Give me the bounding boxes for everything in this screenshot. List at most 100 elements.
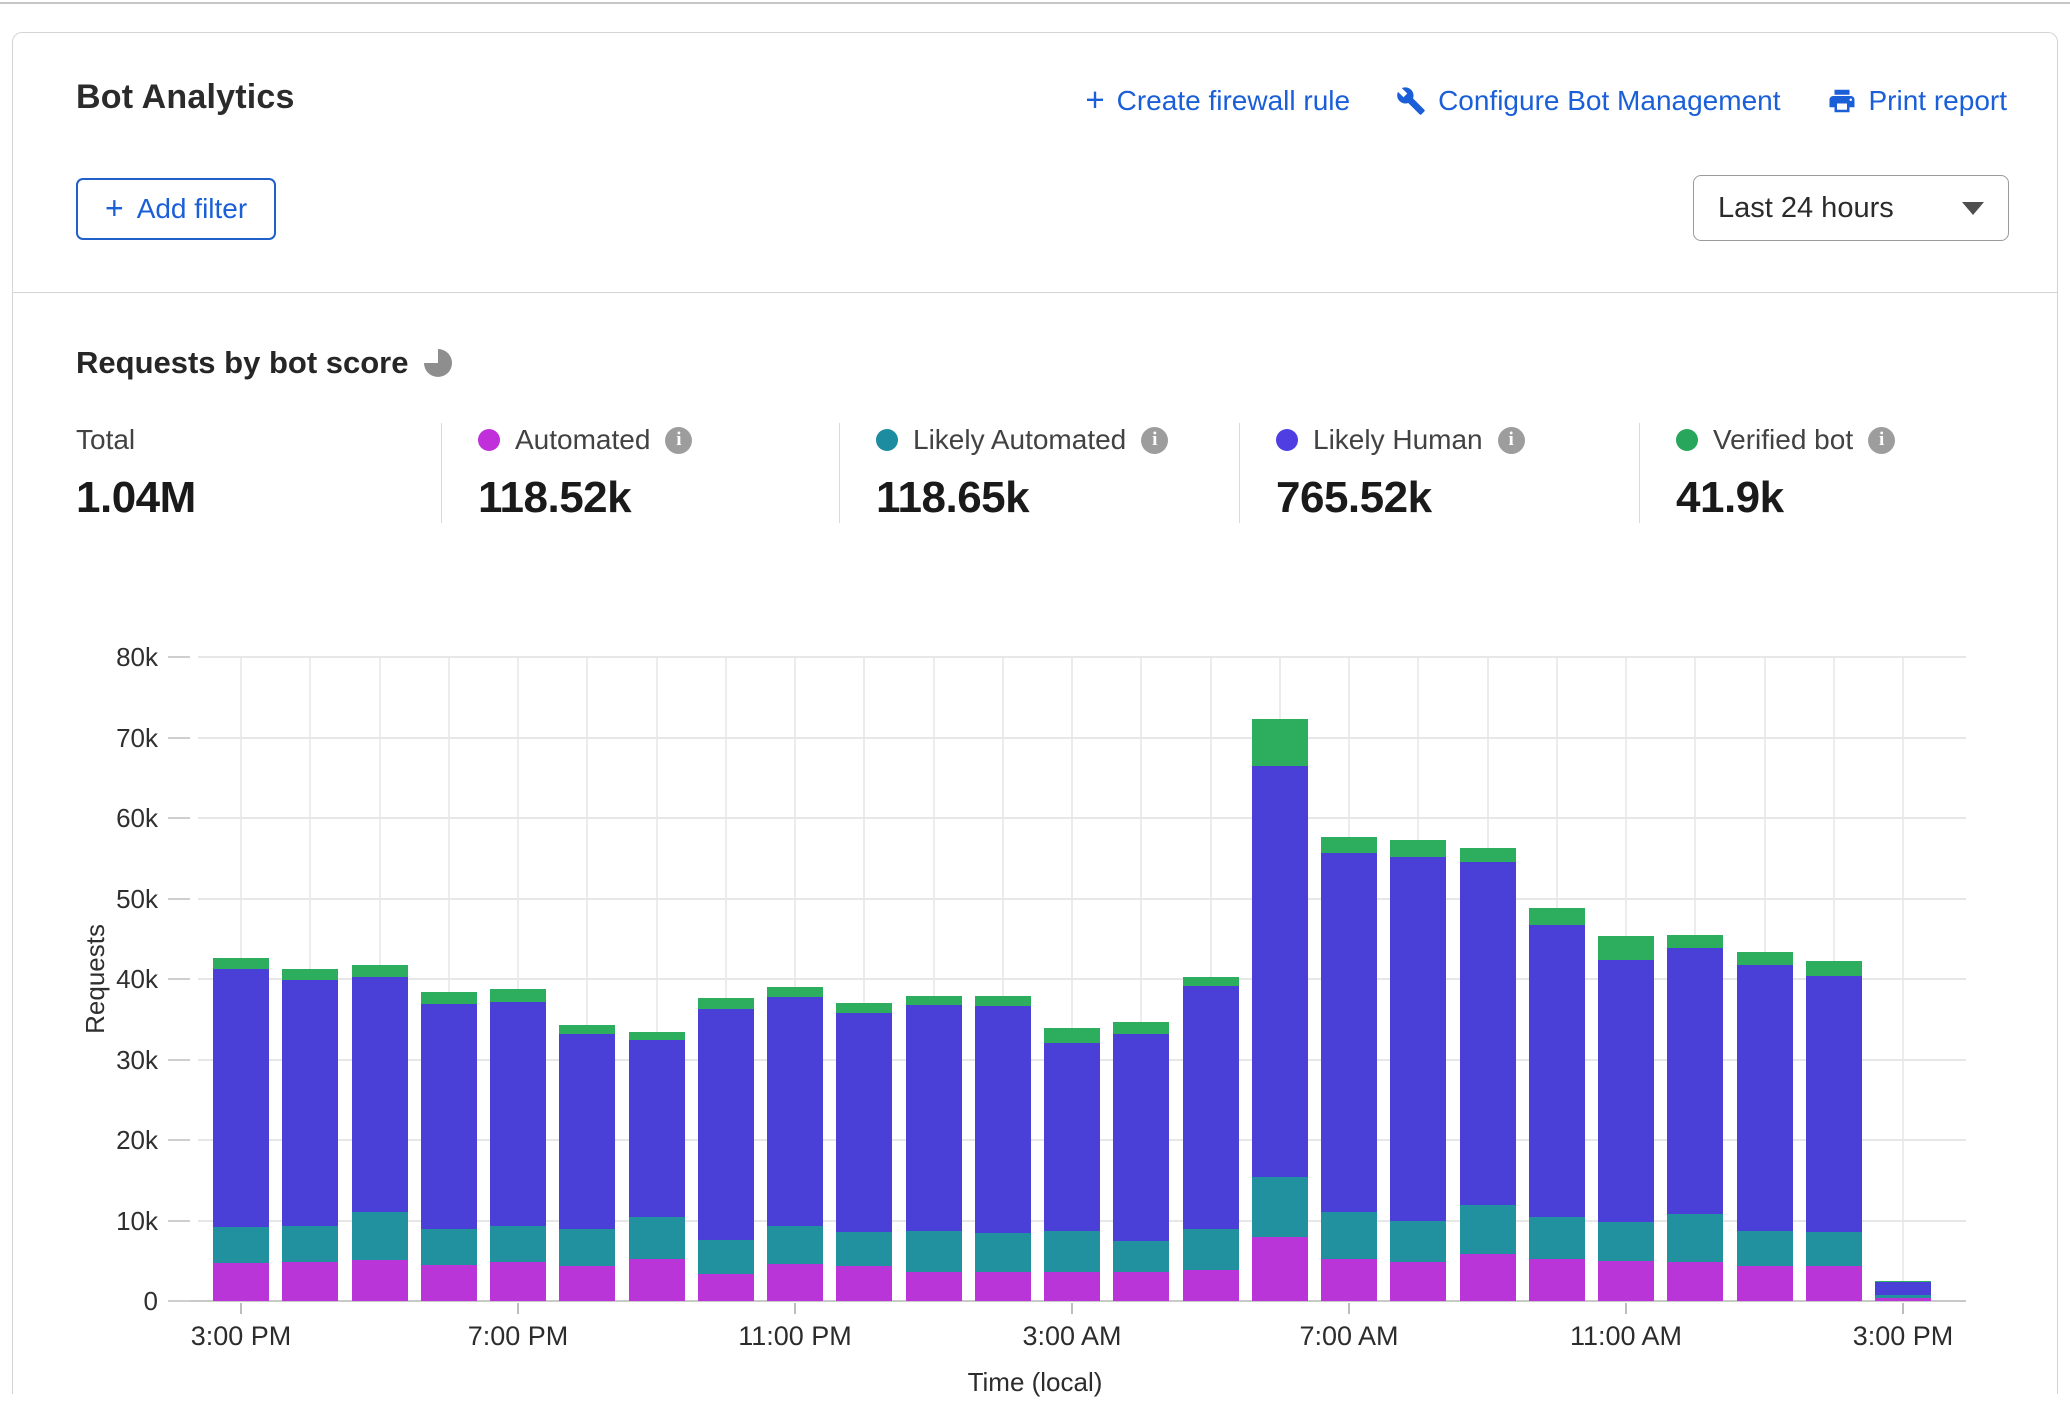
bar-segment-likely-human[interactable] bbox=[767, 997, 823, 1226]
bar-segment-automated[interactable] bbox=[1667, 1262, 1723, 1301]
bar-segment-likely-automated[interactable] bbox=[1875, 1295, 1931, 1297]
bar-segment-likely-human[interactable] bbox=[906, 1005, 962, 1231]
bar-segment-automated[interactable] bbox=[1598, 1261, 1654, 1301]
bar-segment-likely-automated[interactable] bbox=[836, 1232, 892, 1267]
bar-segment-automated[interactable] bbox=[975, 1272, 1031, 1301]
bar-segment-automated[interactable] bbox=[1113, 1272, 1169, 1301]
bar-segment-verified-bot[interactable] bbox=[559, 1025, 615, 1034]
bar-segment-automated[interactable] bbox=[559, 1266, 615, 1301]
bar-segment-automated[interactable] bbox=[1806, 1266, 1862, 1301]
bar-segment-likely-human[interactable] bbox=[1183, 986, 1239, 1229]
bar-segment-likely-human[interactable] bbox=[1529, 925, 1585, 1217]
bar-segment-likely-human[interactable] bbox=[1390, 857, 1446, 1221]
bar-segment-automated[interactable] bbox=[1460, 1254, 1516, 1301]
bar-segment-likely-human[interactable] bbox=[975, 1006, 1031, 1233]
bar-segment-automated[interactable] bbox=[352, 1260, 408, 1301]
bar-segment-likely-human[interactable] bbox=[559, 1034, 615, 1229]
bar-segment-likely-human[interactable] bbox=[698, 1009, 754, 1240]
bar-segment-verified-bot[interactable] bbox=[906, 996, 962, 1005]
bar-segment-verified-bot[interactable] bbox=[282, 969, 338, 979]
bar-segment-likely-automated[interactable] bbox=[1806, 1232, 1862, 1266]
bar-segment-likely-automated[interactable] bbox=[282, 1226, 338, 1262]
create-firewall-rule-link[interactable]: + Create firewall rule bbox=[1085, 85, 1350, 117]
bar-segment-likely-human[interactable] bbox=[1667, 948, 1723, 1214]
print-report-link[interactable]: Print report bbox=[1827, 85, 2008, 117]
bar-segment-verified-bot[interactable] bbox=[213, 958, 269, 968]
bar-segment-likely-human[interactable] bbox=[213, 969, 269, 1227]
bar-segment-likely-automated[interactable] bbox=[1321, 1212, 1377, 1259]
bar-segment-likely-human[interactable] bbox=[1252, 766, 1308, 1177]
bar-segment-likely-human[interactable] bbox=[490, 1002, 546, 1227]
bar-segment-automated[interactable] bbox=[1044, 1272, 1100, 1301]
bar-segment-likely-automated[interactable] bbox=[906, 1231, 962, 1272]
info-icon[interactable]: i bbox=[1868, 427, 1895, 454]
bar-segment-verified-bot[interactable] bbox=[1321, 837, 1377, 853]
info-icon[interactable]: i bbox=[1498, 427, 1525, 454]
bar-segment-likely-human[interactable] bbox=[1321, 853, 1377, 1213]
bar-segment-likely-automated[interactable] bbox=[629, 1217, 685, 1259]
bar-segment-verified-bot[interactable] bbox=[767, 987, 823, 997]
bar-segment-verified-bot[interactable] bbox=[1737, 952, 1793, 966]
bar-segment-verified-bot[interactable] bbox=[1113, 1022, 1169, 1034]
bar-segment-verified-bot[interactable] bbox=[1875, 1281, 1931, 1282]
bar-segment-automated[interactable] bbox=[1875, 1298, 1931, 1301]
bar-segment-likely-human[interactable] bbox=[421, 1004, 477, 1229]
bar-segment-likely-human[interactable] bbox=[1806, 976, 1862, 1232]
bar-segment-likely-automated[interactable] bbox=[1113, 1241, 1169, 1272]
bar-segment-verified-bot[interactable] bbox=[836, 1003, 892, 1013]
bar-segment-likely-automated[interactable] bbox=[559, 1229, 615, 1266]
bar-segment-verified-bot[interactable] bbox=[352, 965, 408, 977]
bar-segment-likely-automated[interactable] bbox=[975, 1233, 1031, 1272]
bar-segment-likely-automated[interactable] bbox=[1737, 1231, 1793, 1266]
bar-segment-likely-automated[interactable] bbox=[1529, 1217, 1585, 1259]
bar-segment-likely-automated[interactable] bbox=[767, 1226, 823, 1264]
bar-segment-automated[interactable] bbox=[698, 1274, 754, 1301]
bar-segment-verified-bot[interactable] bbox=[1390, 840, 1446, 857]
bar-segment-likely-automated[interactable] bbox=[1044, 1231, 1100, 1272]
configure-bot-management-link[interactable]: Configure Bot Management bbox=[1396, 85, 1780, 117]
bar-segment-likely-human[interactable] bbox=[1598, 960, 1654, 1222]
bar-segment-automated[interactable] bbox=[1321, 1259, 1377, 1301]
bar-segment-likely-automated[interactable] bbox=[213, 1227, 269, 1263]
bar-segment-verified-bot[interactable] bbox=[1252, 719, 1308, 766]
bar-segment-likely-human[interactable] bbox=[1113, 1034, 1169, 1242]
bar-segment-likely-human[interactable] bbox=[352, 977, 408, 1212]
bar-segment-automated[interactable] bbox=[1737, 1266, 1793, 1301]
bar-segment-likely-automated[interactable] bbox=[490, 1226, 546, 1262]
bar-segment-automated[interactable] bbox=[282, 1262, 338, 1301]
bar-segment-likely-automated[interactable] bbox=[1183, 1229, 1239, 1269]
bar-segment-verified-bot[interactable] bbox=[1183, 977, 1239, 987]
bar-segment-automated[interactable] bbox=[1390, 1262, 1446, 1301]
bar-segment-verified-bot[interactable] bbox=[698, 998, 754, 1008]
bar-segment-automated[interactable] bbox=[1183, 1270, 1239, 1301]
bar-segment-likely-automated[interactable] bbox=[698, 1240, 754, 1275]
bar-segment-likely-automated[interactable] bbox=[352, 1212, 408, 1259]
bar-segment-likely-automated[interactable] bbox=[421, 1229, 477, 1265]
bar-segment-likely-human[interactable] bbox=[629, 1040, 685, 1217]
bar-segment-verified-bot[interactable] bbox=[1460, 848, 1516, 862]
bar-segment-verified-bot[interactable] bbox=[1806, 961, 1862, 976]
bar-segment-automated[interactable] bbox=[906, 1272, 962, 1301]
bar-segment-likely-human[interactable] bbox=[1460, 862, 1516, 1205]
bar-segment-likely-automated[interactable] bbox=[1598, 1222, 1654, 1261]
bar-segment-likely-automated[interactable] bbox=[1460, 1205, 1516, 1253]
bar-segment-likely-human[interactable] bbox=[282, 980, 338, 1226]
bar-segment-automated[interactable] bbox=[1252, 1237, 1308, 1301]
bar-segment-automated[interactable] bbox=[1529, 1259, 1585, 1301]
bar-segment-verified-bot[interactable] bbox=[975, 996, 1031, 1006]
bar-segment-verified-bot[interactable] bbox=[1044, 1028, 1100, 1042]
bar-segment-verified-bot[interactable] bbox=[421, 992, 477, 1004]
bar-segment-likely-automated[interactable] bbox=[1252, 1177, 1308, 1237]
bar-segment-automated[interactable] bbox=[629, 1259, 685, 1301]
time-range-dropdown[interactable]: Last 24 hours bbox=[1693, 175, 2009, 241]
bar-segment-automated[interactable] bbox=[836, 1266, 892, 1301]
info-icon[interactable]: i bbox=[665, 427, 692, 454]
bar-segment-likely-automated[interactable] bbox=[1390, 1221, 1446, 1263]
add-filter-button[interactable]: + Add filter bbox=[76, 178, 276, 240]
bar-segment-verified-bot[interactable] bbox=[629, 1032, 685, 1040]
bar-segment-verified-bot[interactable] bbox=[490, 989, 546, 1001]
bar-segment-verified-bot[interactable] bbox=[1529, 908, 1585, 925]
bar-segment-likely-automated[interactable] bbox=[1667, 1214, 1723, 1261]
bar-segment-likely-human[interactable] bbox=[1044, 1043, 1100, 1231]
bar-segment-likely-human[interactable] bbox=[1875, 1282, 1931, 1296]
